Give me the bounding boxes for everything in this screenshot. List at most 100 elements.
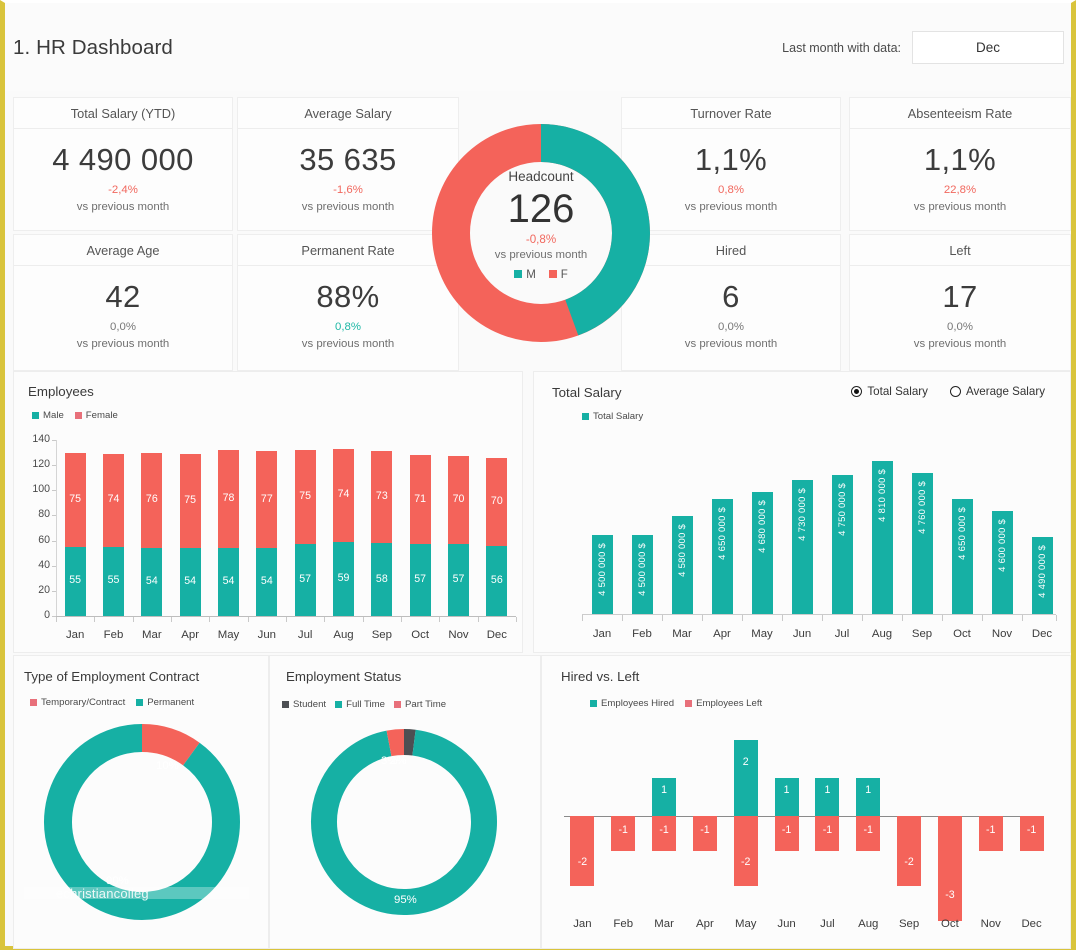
- kpi-card: Total Salary (YTD)4 490 000-2,4%vs previ…: [13, 97, 233, 231]
- x-axis-tickmark: [401, 617, 402, 622]
- bar-employees-hired[interactable]: 1: [775, 778, 799, 816]
- bar-total-salary[interactable]: 4 500 000 $: [632, 535, 653, 614]
- bar-employees-left[interactable]: -1: [611, 816, 635, 851]
- bar-value-label: 4 500 000 $: [636, 543, 647, 596]
- x-axis-tick: Nov: [980, 628, 1024, 640]
- bar-segment-female[interactable]: 75: [295, 450, 316, 544]
- kpi-sub: vs previous month: [914, 338, 1006, 350]
- bar-segment-female[interactable]: 71: [410, 455, 431, 544]
- bar-segment-male[interactable]: 56: [486, 546, 507, 616]
- bar-employees-left[interactable]: -2: [734, 816, 758, 886]
- x-axis-tick: May: [740, 628, 784, 640]
- kpi-sub: vs previous month: [685, 338, 777, 350]
- x-axis-tick: Dec: [1020, 628, 1064, 640]
- bar-segment-male[interactable]: 58: [371, 543, 392, 616]
- bar-label: 56: [486, 574, 507, 586]
- headcount-value: 126: [423, 186, 659, 232]
- bar-segment-female[interactable]: 76: [141, 453, 162, 549]
- bar-total-salary[interactable]: 4 600 000 $: [992, 511, 1013, 614]
- bar-total-salary[interactable]: 4 750 000 $: [832, 475, 853, 614]
- contract-donut-svg: [14, 714, 270, 950]
- contract-donut-slice[interactable]: [142, 738, 191, 754]
- bar-employees-left[interactable]: -1: [693, 816, 717, 851]
- legend-student[interactable]: Student: [282, 699, 326, 710]
- bar-segment-male[interactable]: 59: [333, 542, 354, 616]
- bar-employees-left[interactable]: -1: [1020, 816, 1044, 851]
- bar-employees-hired[interactable]: 1: [815, 778, 839, 816]
- bar-segment-female[interactable]: 78: [218, 450, 239, 548]
- x-axis-tick: Aug: [846, 918, 890, 930]
- bar-segment-male[interactable]: 55: [65, 547, 86, 616]
- bar-total-salary[interactable]: 4 490 000 $: [1032, 537, 1053, 614]
- bar-total-salary[interactable]: 4 650 000 $: [712, 499, 733, 614]
- bar-segment-male[interactable]: 57: [410, 544, 431, 616]
- kpi-sub: vs previous month: [302, 201, 394, 213]
- bar-label: 55: [65, 574, 86, 586]
- bar-segment-male[interactable]: 54: [180, 548, 201, 616]
- legend-permanent[interactable]: Permanent: [136, 697, 194, 708]
- bar-value-label: -1: [856, 824, 880, 836]
- bar-employees-hired[interactable]: 1: [652, 778, 676, 816]
- bar-total-salary[interactable]: 4 760 000 $: [912, 473, 933, 614]
- contract-donut-slice[interactable]: [58, 738, 226, 906]
- bar-segment-female[interactable]: 70: [486, 458, 507, 546]
- bar-value-label: -2: [570, 856, 594, 868]
- bar-employees-left[interactable]: -3: [938, 816, 962, 921]
- contract-type-donut-chart: 10%90%echristiancolleg: [14, 714, 270, 950]
- headcount-sub: vs previous month: [423, 249, 659, 261]
- bar-total-salary[interactable]: 4 580 000 $: [672, 516, 693, 614]
- bar-employees-left[interactable]: -2: [570, 816, 594, 886]
- bar-employees-left[interactable]: -1: [815, 816, 839, 851]
- y-axis-tick: 20: [24, 584, 50, 596]
- bar-segment-female[interactable]: 77: [256, 451, 277, 548]
- legend-temporary-contract[interactable]: Temporary/Contract: [30, 697, 125, 708]
- bar-total-salary[interactable]: 4 730 000 $: [792, 480, 813, 614]
- employment-status-legend: Student Full Time Part Time: [282, 699, 446, 710]
- bar-value-label: 4 760 000 $: [916, 481, 927, 534]
- kpi-sub: vs previous month: [77, 201, 169, 213]
- kpi-delta: 0,0%: [110, 321, 136, 333]
- bar-label: 58: [371, 573, 392, 585]
- bar-segment-male[interactable]: 55: [103, 547, 124, 616]
- total-salary-bar-chart: 4 500 000 $Jan4 500 000 $Feb4 580 000 $M…: [534, 372, 1072, 654]
- bar-segment-female[interactable]: 75: [65, 453, 86, 547]
- bar-value-label: 4 650 000 $: [716, 507, 727, 560]
- bar-total-salary[interactable]: 4 500 000 $: [592, 535, 613, 614]
- bar-segment-male[interactable]: 54: [141, 548, 162, 616]
- x-axis-tick: Feb: [620, 628, 664, 640]
- bar-segment-female[interactable]: 75: [180, 454, 201, 548]
- bar-value-label: 4 600 000 $: [996, 519, 1007, 572]
- x-axis-tick: Jan: [560, 918, 604, 930]
- status-donut-slice[interactable]: [389, 742, 404, 743]
- bar-segment-male[interactable]: 57: [295, 544, 316, 616]
- bar-segment-female[interactable]: 74: [103, 454, 124, 547]
- bar-employees-hired[interactable]: 2: [734, 740, 758, 816]
- bar-employees-left[interactable]: -1: [979, 816, 1003, 851]
- bar-segment-male[interactable]: 54: [218, 548, 239, 616]
- x-axis-tickmark: [782, 615, 783, 621]
- legend-full-time[interactable]: Full Time: [335, 699, 385, 710]
- month-selector[interactable]: Dec: [912, 31, 1064, 64]
- bar-segment-male[interactable]: 57: [448, 544, 469, 616]
- x-axis-tickmark: [822, 615, 823, 621]
- kpi-delta: 0,8%: [335, 321, 361, 333]
- bar-total-salary[interactable]: 4 810 000 $: [872, 461, 893, 614]
- bar-employees-left[interactable]: -1: [856, 816, 880, 851]
- bar-employees-left[interactable]: -1: [652, 816, 676, 851]
- kpi-value: 35 635: [299, 142, 396, 178]
- bar-total-salary[interactable]: 4 680 000 $: [752, 492, 773, 614]
- kpi-card: Average Age420,0%vs previous month: [13, 234, 233, 371]
- bar-segment-female[interactable]: 73: [371, 451, 392, 543]
- x-axis-tick: Sep: [900, 628, 944, 640]
- bar-segment-female[interactable]: 74: [333, 449, 354, 542]
- bar-employees-left[interactable]: -1: [775, 816, 799, 851]
- bar-employees-hired[interactable]: 1: [856, 778, 880, 816]
- bar-total-salary[interactable]: 4 650 000 $: [952, 499, 973, 614]
- bar-employees-left[interactable]: -2: [897, 816, 921, 886]
- bar-segment-male[interactable]: 54: [256, 548, 277, 616]
- legend-part-time[interactable]: Part Time: [394, 699, 446, 710]
- bar-segment-female[interactable]: 70: [448, 456, 469, 544]
- bar-value-label: 2: [734, 756, 758, 768]
- status-donut-slice[interactable]: [404, 742, 414, 743]
- y-axis-tick: 140: [24, 433, 50, 445]
